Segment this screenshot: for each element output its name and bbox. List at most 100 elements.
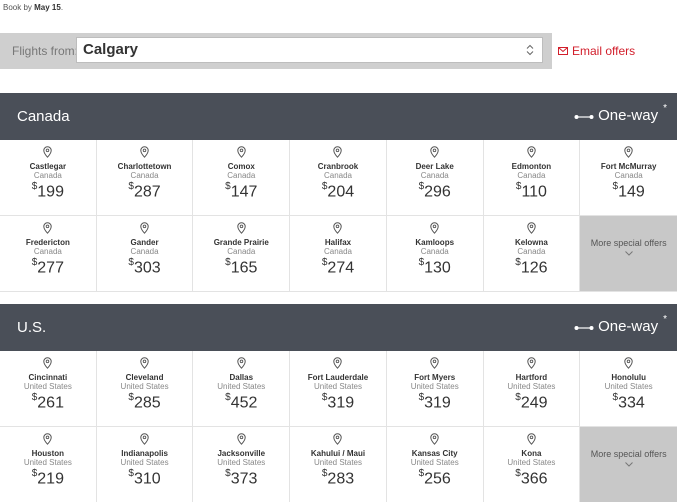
origin-city-value: Calgary [83, 41, 139, 58]
destination-price: $334 [580, 392, 677, 412]
destination-city: Indianapolis [121, 449, 168, 458]
destination-price: $130 [387, 257, 483, 277]
destination-country: United States [410, 458, 459, 467]
chevron-down-icon [624, 251, 633, 256]
map-pin-icon [527, 433, 536, 445]
destination-card[interactable]: Fort Myers United States $319 [386, 351, 484, 427]
destination-price: $283 [290, 468, 386, 488]
currency-symbol: $ [612, 181, 619, 192]
currency-symbol: $ [31, 468, 38, 479]
destination-card[interactable]: Dallas United States $452 [193, 351, 291, 427]
destination-city: Comox [227, 162, 255, 171]
destination-card[interactable]: Cranbrook Canada $204 [290, 140, 387, 216]
email-offers-link[interactable]: Email offers [558, 44, 635, 58]
section-title: U.S. [17, 319, 47, 336]
map-pin-icon [624, 357, 633, 369]
destination-card[interactable]: Jacksonville United States $373 [193, 427, 291, 502]
price-amount: 219 [37, 470, 64, 488]
currency-symbol: $ [418, 257, 425, 268]
one-way-indicator: One-way * [574, 314, 667, 335]
destination-card[interactable]: Comox Canada $147 [193, 140, 291, 216]
destination-card[interactable]: Halifax Canada $274 [290, 216, 387, 292]
more-special-offers-label: More special offers [590, 449, 667, 459]
destination-city: Kansas City [411, 449, 458, 458]
destination-city: Fort Myers [414, 373, 456, 382]
destination-price: $319 [387, 392, 483, 412]
currency-symbol: $ [225, 181, 231, 192]
destination-card[interactable]: Cincinnati United States $261 [0, 351, 97, 427]
destination-card[interactable]: Hartford United States $249 [483, 351, 581, 427]
map-pin-icon [237, 357, 246, 369]
map-pin-icon [527, 222, 536, 234]
price-amount: 261 [37, 394, 64, 412]
currency-symbol: $ [515, 181, 522, 192]
destination-card[interactable]: Charlottetown Canada $287 [96, 140, 194, 216]
price-amount: 373 [230, 470, 258, 488]
more-special-offers-button[interactable]: More special offers [580, 427, 677, 502]
currency-symbol: $ [418, 181, 425, 192]
destination-card[interactable]: Kamloops Canada $130 [386, 216, 484, 292]
destination-card[interactable]: Fort McMurray Canada $149 [580, 140, 677, 216]
destination-country: Canada [33, 247, 62, 256]
more-special-offers-button[interactable]: More special offers [580, 216, 677, 292]
destination-city: Cranbrook [317, 162, 359, 171]
destination-city: Fredericton [25, 238, 70, 247]
destination-country: Canada [614, 171, 643, 180]
destination-country: Canada [420, 247, 449, 256]
destination-card[interactable]: Kona United States $366 [483, 427, 581, 502]
price-amount: 319 [327, 394, 355, 412]
map-pin-icon [527, 146, 536, 158]
price-amount: 285 [133, 394, 161, 412]
currency-symbol: $ [128, 257, 134, 268]
map-pin-icon [430, 222, 439, 234]
mail-icon [558, 47, 568, 55]
destination-city: Honolulu [611, 373, 646, 382]
destination-card[interactable]: Cleveland United States $285 [96, 351, 194, 427]
destination-card[interactable]: Kansas City United States $256 [386, 427, 484, 502]
price-amount: 130 [424, 259, 451, 277]
destination-card[interactable]: Edmonton Canada $110 [483, 140, 581, 216]
map-pin-icon [333, 433, 343, 445]
currency-symbol: $ [225, 468, 231, 479]
destination-country: United States [410, 382, 459, 391]
destination-price: $126 [484, 257, 580, 277]
map-pin-icon [333, 357, 343, 369]
destination-city: Edmonton [511, 162, 552, 171]
currency-symbol: $ [128, 392, 134, 403]
destination-card[interactable]: Honolulu United States $334 [580, 351, 677, 427]
price-amount: 287 [133, 183, 161, 201]
book-by-prefix: Book by [3, 3, 35, 12]
destination-card[interactable]: Indianapolis United States $310 [96, 427, 194, 502]
one-way-asterisk: * [663, 103, 667, 114]
destination-price: $366 [484, 468, 580, 488]
destination-card[interactable]: Gander Canada $303 [96, 216, 194, 292]
currency-symbol: $ [321, 468, 328, 479]
book-by-suffix: . [60, 3, 64, 12]
destination-city: Cincinnati [28, 373, 68, 382]
price-amount: 165 [230, 259, 258, 277]
destination-card[interactable]: Kelowna Canada $126 [483, 216, 581, 292]
destination-card[interactable]: Kahului / Maui United States $283 [290, 427, 387, 502]
destination-price: $296 [387, 181, 483, 201]
destination-country: United States [23, 458, 72, 467]
price-amount: 277 [37, 259, 64, 277]
chevron-down-icon [624, 462, 633, 467]
destination-card[interactable]: Fort Lauderdale United States $319 [290, 351, 387, 427]
destination-card[interactable]: Deer Lake Canada $296 [386, 140, 484, 216]
map-pin-icon [140, 433, 149, 445]
map-pin-icon [237, 222, 246, 234]
destination-city: Kahului / Maui [310, 449, 366, 458]
destination-card[interactable]: Houston United States $219 [0, 427, 97, 502]
currency-symbol: $ [128, 468, 134, 479]
one-way-arrow-icon [574, 115, 594, 119]
origin-city-select[interactable]: Calgary [76, 37, 543, 63]
destination-card[interactable]: Castlegar Canada $199 [0, 140, 97, 216]
destination-card[interactable]: Fredericton Canada $277 [0, 216, 97, 292]
one-way-indicator: One-way * [574, 103, 667, 124]
price-amount: 452 [230, 394, 258, 412]
destination-city: Charlottetown [117, 162, 172, 171]
destination-card[interactable]: Grande Prairie Canada $165 [193, 216, 291, 292]
destination-country: United States [507, 382, 556, 391]
destination-city: Hartford [515, 373, 548, 382]
destination-country: Canada [517, 247, 546, 256]
